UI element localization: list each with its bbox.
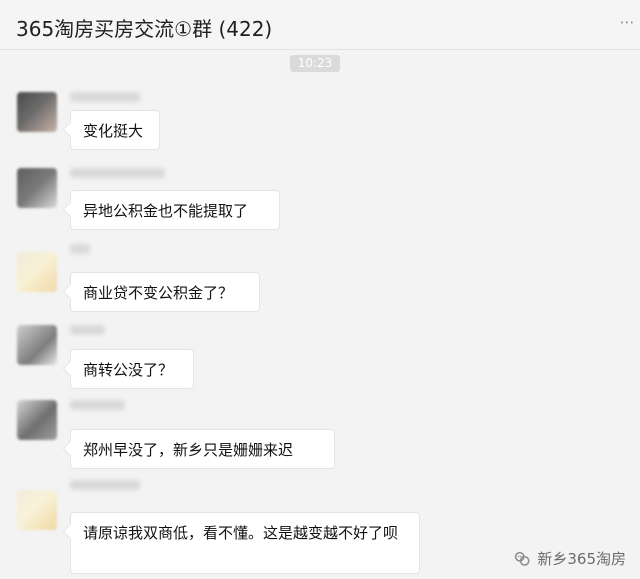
message-bubble[interactable]: 郑州早没了，新乡只是姗姗来迟 xyxy=(70,429,335,469)
sender-avatar[interactable] xyxy=(17,92,57,132)
sender-name xyxy=(70,92,140,102)
message-bubble[interactable]: 请原谅我双商低，看不懂。这是越变越不好了呗 xyxy=(70,512,420,574)
sender-name xyxy=(70,244,90,254)
sender-avatar[interactable] xyxy=(17,252,57,292)
message-timestamp: 10:23 xyxy=(290,55,340,72)
chat-title-bar: 365淘房买房交流①群 (422) ⋯ xyxy=(0,0,640,50)
sender-name xyxy=(70,325,105,335)
sender-avatar[interactable] xyxy=(17,325,57,365)
ellipsis-icon[interactable]: ⋯ xyxy=(618,12,636,32)
message-bubble[interactable]: 商业贷不变公积金了？ xyxy=(70,272,260,312)
sender-name xyxy=(70,480,140,490)
watermark: 新乡365淘房 xyxy=(513,548,626,569)
wechat-official-account-icon xyxy=(515,551,530,566)
sender-name xyxy=(70,400,125,410)
chat-title: 365淘房买房交流①群 (422) xyxy=(16,17,273,41)
message-bubble[interactable]: 商转公没了？ xyxy=(70,349,194,389)
message-bubble[interactable]: 异地公积金也不能提取了 xyxy=(70,190,280,230)
watermark-text: 新乡365淘房 xyxy=(537,550,626,568)
sender-avatar[interactable] xyxy=(17,400,57,440)
sender-avatar[interactable] xyxy=(17,490,57,530)
message-bubble[interactable]: 变化挺大 xyxy=(70,110,160,150)
sender-name xyxy=(70,168,165,178)
sender-avatar[interactable] xyxy=(17,168,57,208)
